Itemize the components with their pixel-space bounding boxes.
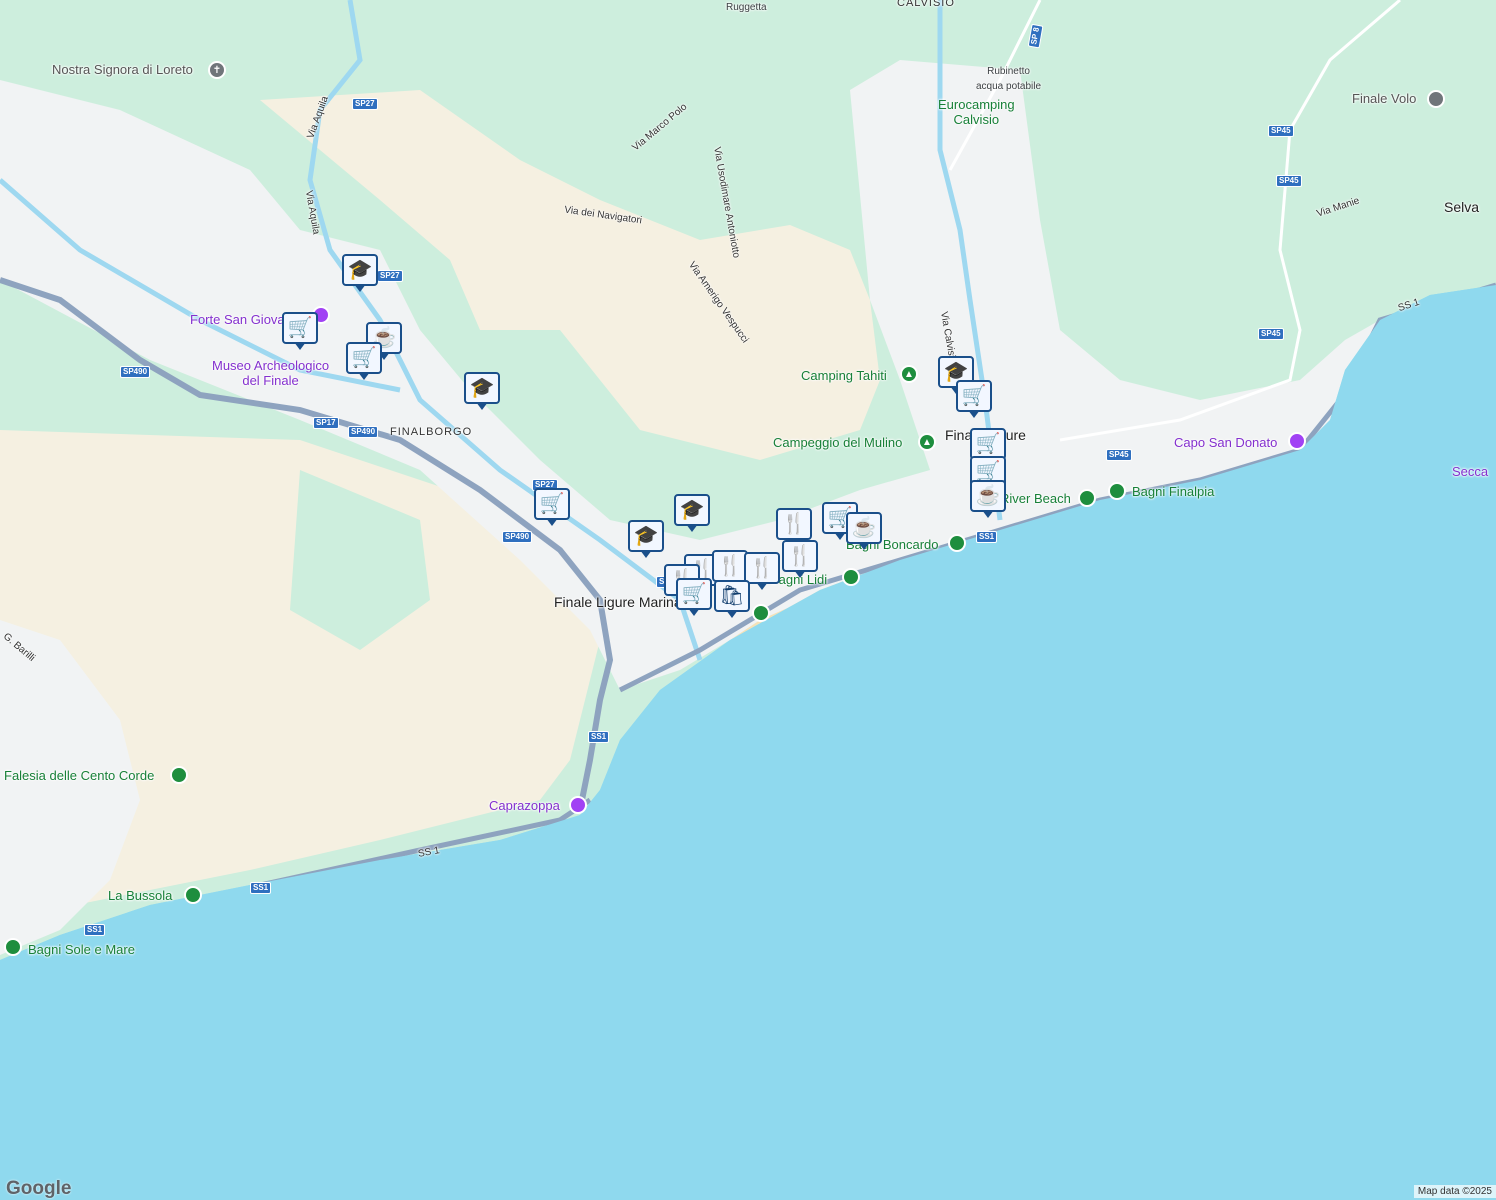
grocery-marker[interactable]: 🛒: [346, 342, 382, 382]
road-shield: SS1: [588, 731, 610, 743]
beach-icon[interactable]: [184, 886, 202, 904]
label-eurocamping[interactable]: Eurocamping Calvisio: [938, 97, 1015, 127]
grocery-marker[interactable]: 🛒: [676, 578, 712, 618]
label-museo[interactable]: Museo Archeologico del Finale: [212, 358, 329, 388]
viewpoint-icon[interactable]: [569, 796, 587, 814]
road-shield: SP490: [120, 366, 151, 378]
road-shield: SP490: [502, 531, 533, 543]
beach-icon[interactable]: [842, 568, 860, 586]
shopping-marker[interactable]: 🛍: [714, 580, 750, 620]
camping-icon[interactable]: ▲: [918, 433, 936, 451]
road-shield: SP45: [1258, 328, 1284, 340]
road-shield: SP27: [352, 98, 378, 110]
label-nostra-signora[interactable]: Nostra Signora di Loreto: [52, 62, 193, 77]
label-caprazoppa[interactable]: Caprazoppa: [489, 798, 560, 813]
road-shield: SP45: [1276, 175, 1302, 187]
map-attribution[interactable]: Map data ©2025: [1413, 1185, 1496, 1198]
label-campeggio-mulino[interactable]: Campeggio del Mulino: [773, 435, 902, 450]
label-finale-volo[interactable]: Finale Volo: [1352, 91, 1416, 106]
restaurant-marker[interactable]: 🍴: [782, 540, 818, 580]
cafe-marker[interactable]: ☕: [846, 512, 882, 552]
label-finalborgo: FINALBORGO: [390, 426, 473, 438]
school-marker[interactable]: 🎓: [342, 254, 378, 294]
church-icon[interactable]: ✝: [208, 61, 226, 79]
grocery-marker[interactable]: 🛒: [956, 380, 992, 420]
grocery-marker[interactable]: 🛒: [534, 488, 570, 528]
label-bagni-sole[interactable]: Bagni Sole e Mare: [28, 942, 135, 957]
beach-icon[interactable]: [1078, 489, 1096, 507]
road-shield: SS1: [250, 882, 272, 894]
label-la-bussola[interactable]: La Bussola: [108, 888, 172, 903]
school-marker[interactable]: 🎓: [628, 520, 664, 560]
road-shield: SP17: [313, 417, 339, 429]
road-shield: SS1: [84, 924, 106, 936]
label-finale-ligure-marina: Finale Ligure Marina: [554, 594, 682, 610]
google-logo: Google: [6, 1178, 72, 1199]
road-shield: SP45: [1106, 449, 1132, 461]
label-rubinetto: Rubinetto acqua potabile: [976, 66, 1042, 92]
label-calvisio: CALVISIO: [897, 0, 955, 9]
place-icon[interactable]: [1427, 90, 1445, 108]
road-shield: SS1: [976, 531, 998, 543]
viewpoint-icon[interactable]: [1288, 432, 1306, 450]
label-bagni-finalpia[interactable]: Bagni Finalpia: [1132, 484, 1214, 499]
beach-icon[interactable]: [4, 938, 22, 956]
road-shield: SP45: [1268, 125, 1294, 137]
label-falesia[interactable]: Falesia delle Cento Corde: [4, 768, 154, 783]
label-camping-tahiti[interactable]: Camping Tahiti: [801, 368, 887, 383]
label-ruggetta: Ruggetta: [726, 2, 767, 13]
beach-icon[interactable]: [752, 604, 770, 622]
cafe-marker[interactable]: ☕: [970, 480, 1006, 520]
beach-icon[interactable]: [1108, 482, 1126, 500]
label-secca[interactable]: Secca: [1452, 464, 1488, 479]
label-river-beach[interactable]: River Beach: [1000, 491, 1071, 506]
school-marker[interactable]: 🎓: [674, 494, 710, 534]
camping-icon[interactable]: ▲: [900, 365, 918, 383]
label-selva: Selva: [1444, 199, 1480, 215]
climbing-icon[interactable]: [170, 766, 188, 784]
road-shield: SP490: [348, 426, 379, 438]
beach-icon[interactable]: [948, 534, 966, 552]
label-capo-san-donato[interactable]: Capo San Donato: [1174, 435, 1277, 450]
grocery-marker[interactable]: 🛒: [282, 312, 318, 352]
road-shield: SP27: [377, 270, 403, 282]
school-marker[interactable]: 🎓: [464, 372, 500, 412]
